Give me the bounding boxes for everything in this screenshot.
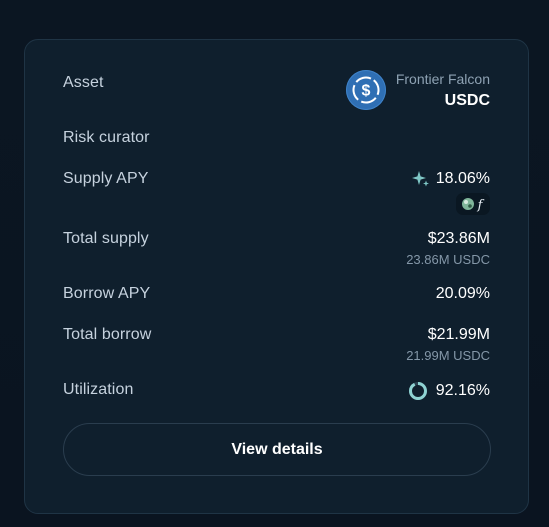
total-borrow-label: Total borrow <box>63 326 152 343</box>
sparkle-icon <box>411 170 430 188</box>
svg-text:f: f <box>477 198 485 212</box>
borrow-apy-label: Borrow APY <box>63 285 151 302</box>
supply-apy-value: 18.06% <box>435 170 490 187</box>
asset-symbol: USDC <box>444 91 490 109</box>
total-borrow-value: $21.99M <box>427 326 490 343</box>
market-card: Asset $ Frontier Falcon USDC Risk curato… <box>24 39 529 514</box>
total-supply-sub: 23.86M USDC <box>406 252 490 267</box>
total-borrow-row: Total borrow $21.99M 21.99M USDC <box>63 326 490 368</box>
risk-curator-label: Risk curator <box>63 129 150 146</box>
utilization-value-group: 92.16% <box>408 381 490 401</box>
borrow-apy-row: Borrow APY 20.09% <box>63 285 490 307</box>
asset-text: Frontier Falcon USDC <box>396 71 490 110</box>
asset-row: Asset $ Frontier Falcon USDC <box>63 70 490 114</box>
total-supply-row: Total supply $23.86M 23.86M USDC <box>63 230 490 272</box>
utilization-label: Utilization <box>63 381 134 398</box>
reward-token-icon[interactable]: f <box>456 193 490 215</box>
usdc-coin-icon: $ <box>345 70 386 110</box>
svg-text:$: $ <box>361 83 370 100</box>
borrow-apy-value-group: 20.09% <box>436 285 490 303</box>
total-borrow-value-group: $21.99M 21.99M USDC <box>406 326 490 363</box>
asset-value: $ Frontier Falcon USDC <box>345 70 490 110</box>
utilization-value: 92.16% <box>435 382 490 399</box>
vault-name: Frontier Falcon <box>395 70 490 87</box>
total-supply-value-group: $23.86M 23.86M USDC <box>406 230 490 267</box>
asset-label: Asset <box>63 74 104 91</box>
supply-apy-row: Supply APY 18.06% f <box>63 170 490 216</box>
borrow-apy-value: 20.09% <box>435 285 490 302</box>
supply-apy-label: Supply APY <box>63 170 149 187</box>
utilization-ring-icon <box>408 381 428 401</box>
total-supply-label: Total supply <box>63 230 149 247</box>
utilization-row: Utilization 92.16% <box>63 381 490 405</box>
risk-curator-row: Risk curator <box>63 129 490 151</box>
total-supply-value: $23.86M <box>427 230 490 247</box>
supply-apy-value-group: 18.06% f <box>411 170 490 217</box>
total-borrow-sub: 21.99M USDC <box>406 348 490 363</box>
view-details-button[interactable]: View details <box>63 423 491 476</box>
